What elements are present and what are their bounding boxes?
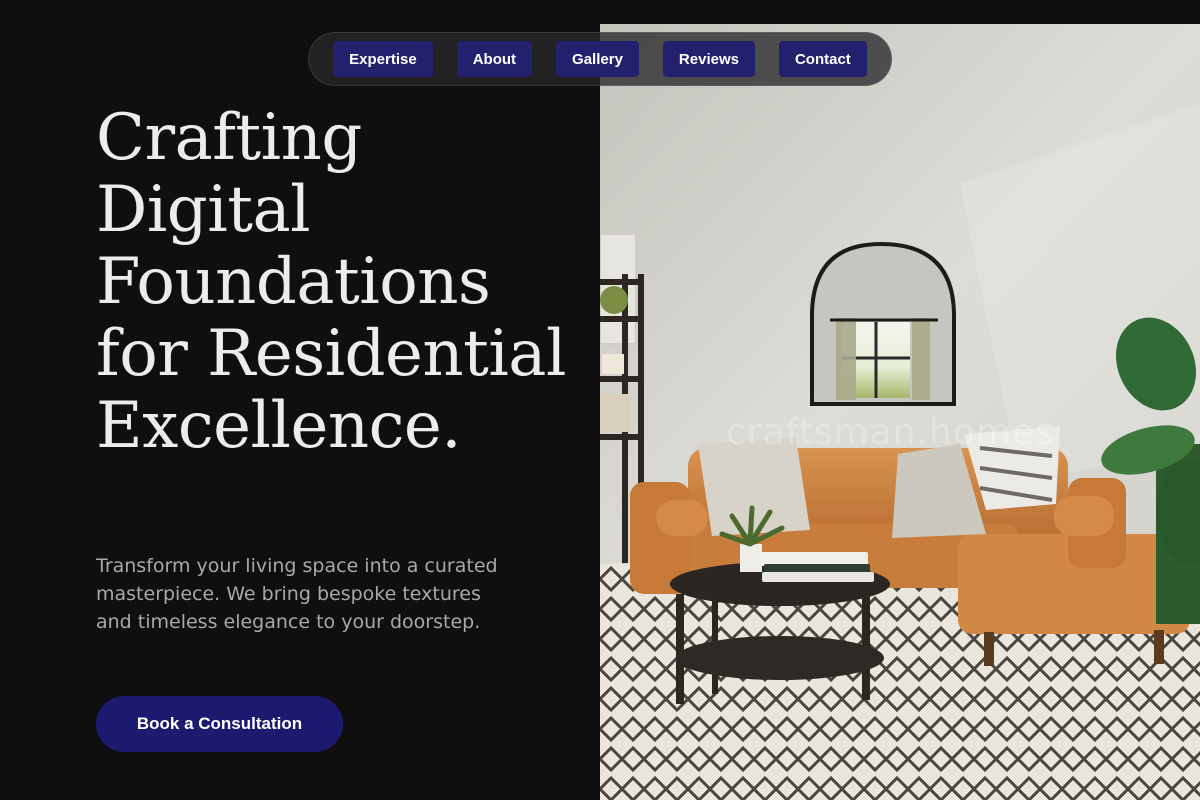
living-room-photo: craftsman.homes — [600, 24, 1200, 800]
book-consultation-button[interactable]: Book a Consultation — [96, 696, 343, 752]
landing-page: Expertise About Gallery Reviews Contact … — [0, 0, 1200, 800]
nav-contact-button[interactable]: Contact — [778, 41, 867, 77]
hero-title: Crafting Digital Foundations for Residen… — [96, 101, 566, 463]
image-watermark: craftsman.homes — [726, 412, 1055, 453]
top-navigation: Expertise About Gallery Reviews Contact — [308, 32, 892, 86]
hero-subtitle: Transform your living space into a curat… — [96, 555, 498, 633]
nav-gallery-button[interactable]: Gallery — [556, 41, 639, 77]
nav-reviews-button[interactable]: Reviews — [662, 41, 755, 77]
nav-about-button[interactable]: About — [456, 41, 533, 77]
nav-expertise-button[interactable]: Expertise — [333, 41, 433, 77]
